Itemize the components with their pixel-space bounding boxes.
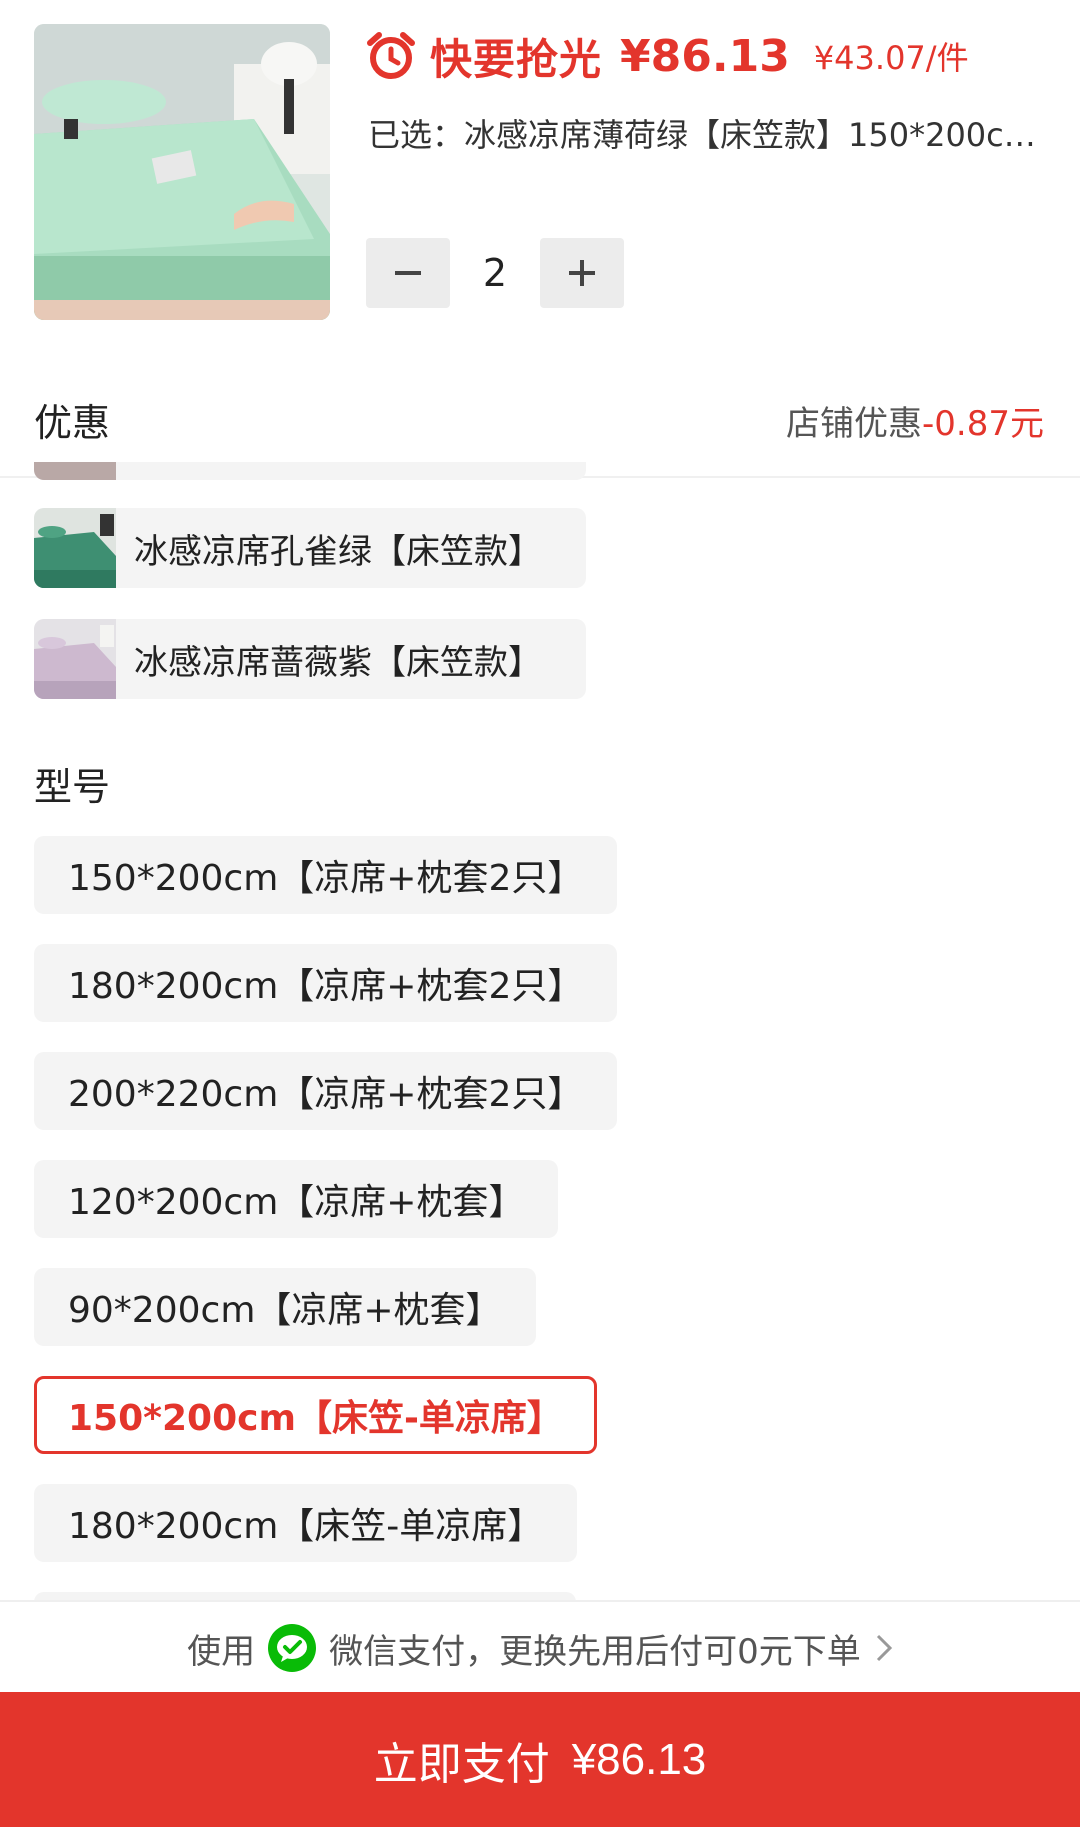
urgency-label: 快要抢光: [430, 34, 603, 84]
model-option[interactable]: 200*220cm【凉席+枕套2只】: [34, 1052, 618, 1130]
unit-price: ¥43.07/件: [813, 39, 969, 77]
chevron-right-icon: [876, 1634, 892, 1662]
price-row: 快要抢光 ¥86.13 ¥43.07/件: [366, 28, 969, 84]
increase-button[interactable]: [540, 238, 624, 308]
shop-discount[interactable]: 店铺优惠-0.87元: [786, 396, 1044, 445]
color-swatch: [34, 508, 116, 588]
payment-hint-text: 微信支付，更换先用后付可0元下单: [329, 1631, 861, 1672]
shop-discount-label: 店铺优惠: [786, 404, 923, 444]
shop-discount-amount: -0.87元: [922, 404, 1044, 444]
pay-now-button[interactable]: 立即支付 ¥86.13: [0, 1692, 1080, 1827]
discount-label: 优惠: [34, 401, 111, 445]
alarm-clock-icon: [367, 32, 415, 79]
minus-icon: [395, 271, 421, 275]
model-option[interactable]: 180*200cm【凉席+枕套2只】: [34, 944, 618, 1022]
color-option-label: 冰感凉席孔雀绿【床笠款】: [134, 531, 542, 572]
model-option[interactable]: 180*200cm【床笠-单凉席】: [34, 1484, 578, 1562]
color-option-label: 冰感凉席蔷薇紫【床笠款】: [134, 642, 542, 683]
selected-variant-text: 已选：冰感凉席薄荷绿【床笠款】150*200cm【床笠-单凉席】: [368, 116, 1058, 154]
product-thumbnail[interactable]: [34, 24, 330, 320]
payment-hint-prefix: 使用: [187, 1631, 256, 1672]
model-option[interactable]: 90*200cm【凉席+枕套】: [34, 1268, 536, 1346]
color-option[interactable]: 冰感凉席孔雀绿【床笠款】: [34, 508, 586, 588]
model-section-title: 型号: [34, 765, 111, 809]
color-swatch: [34, 619, 116, 699]
quantity-stepper: 2: [366, 238, 624, 308]
total-price: ¥86.13: [620, 30, 790, 82]
color-option[interactable]: 冰感凉席蔷薇紫【床笠款】: [34, 619, 586, 699]
color-option-partial[interactable]: [34, 462, 586, 480]
pay-now-label: 立即支付: [373, 1739, 550, 1789]
model-option[interactable]: 150*200cm【凉席+枕套2只】: [34, 836, 618, 914]
plus-icon: [569, 260, 595, 286]
model-option[interactable]: 120*200cm【凉席+枕套】: [34, 1160, 559, 1238]
quantity-value[interactable]: 2: [450, 251, 540, 295]
pay-now-amount: ¥86.13: [571, 1734, 707, 1784]
payment-method-hint[interactable]: 使用 微信支付，更换先用后付可0元下单: [0, 1600, 1080, 1694]
decrease-button[interactable]: [366, 238, 450, 308]
model-option-selected[interactable]: 150*200cm【床笠-单凉席】: [34, 1376, 597, 1454]
wechat-pay-icon: [268, 1624, 317, 1672]
